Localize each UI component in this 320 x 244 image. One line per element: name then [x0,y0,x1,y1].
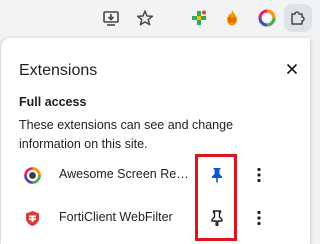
forticlient-icon [24,210,41,227]
close-icon [286,63,298,75]
extension-name: Awesome Screen Recorder & Screenshot [59,167,194,181]
extension-name: FortiClient WebFilter [59,210,173,224]
panel-title: Extensions [19,62,98,79]
install-app-icon[interactable] [97,4,125,32]
browser-toolbar: 50 [0,0,312,36]
more-options-button[interactable] [249,206,269,230]
rainbow-circle-extension-icon[interactable] [253,4,281,32]
bookmark-star-icon[interactable] [131,4,159,32]
section-description: These extensions can see and change info… [19,118,234,151]
extension-row-forticlient[interactable]: FortiClient WebFilter [1,198,310,238]
flame-extension-icon[interactable]: 50 [218,4,246,32]
section-title-full-access: Full access [19,95,87,109]
close-button[interactable] [280,57,304,81]
plus-extension-icon[interactable] [185,4,213,32]
awesome-screen-recorder-icon [24,167,41,184]
svg-text:50: 50 [228,18,236,25]
puzzle-extensions-icon[interactable] [284,4,312,32]
more-options-button[interactable] [249,163,269,187]
more-vert-icon [257,210,261,226]
more-vert-icon [257,167,261,183]
extensions-panel: Extensions Full access These extensions … [1,38,310,244]
extension-row-awesome-screen-recorder[interactable]: Awesome Screen Recorder & Screenshot [1,155,310,195]
pin-highlight-box [195,154,237,241]
